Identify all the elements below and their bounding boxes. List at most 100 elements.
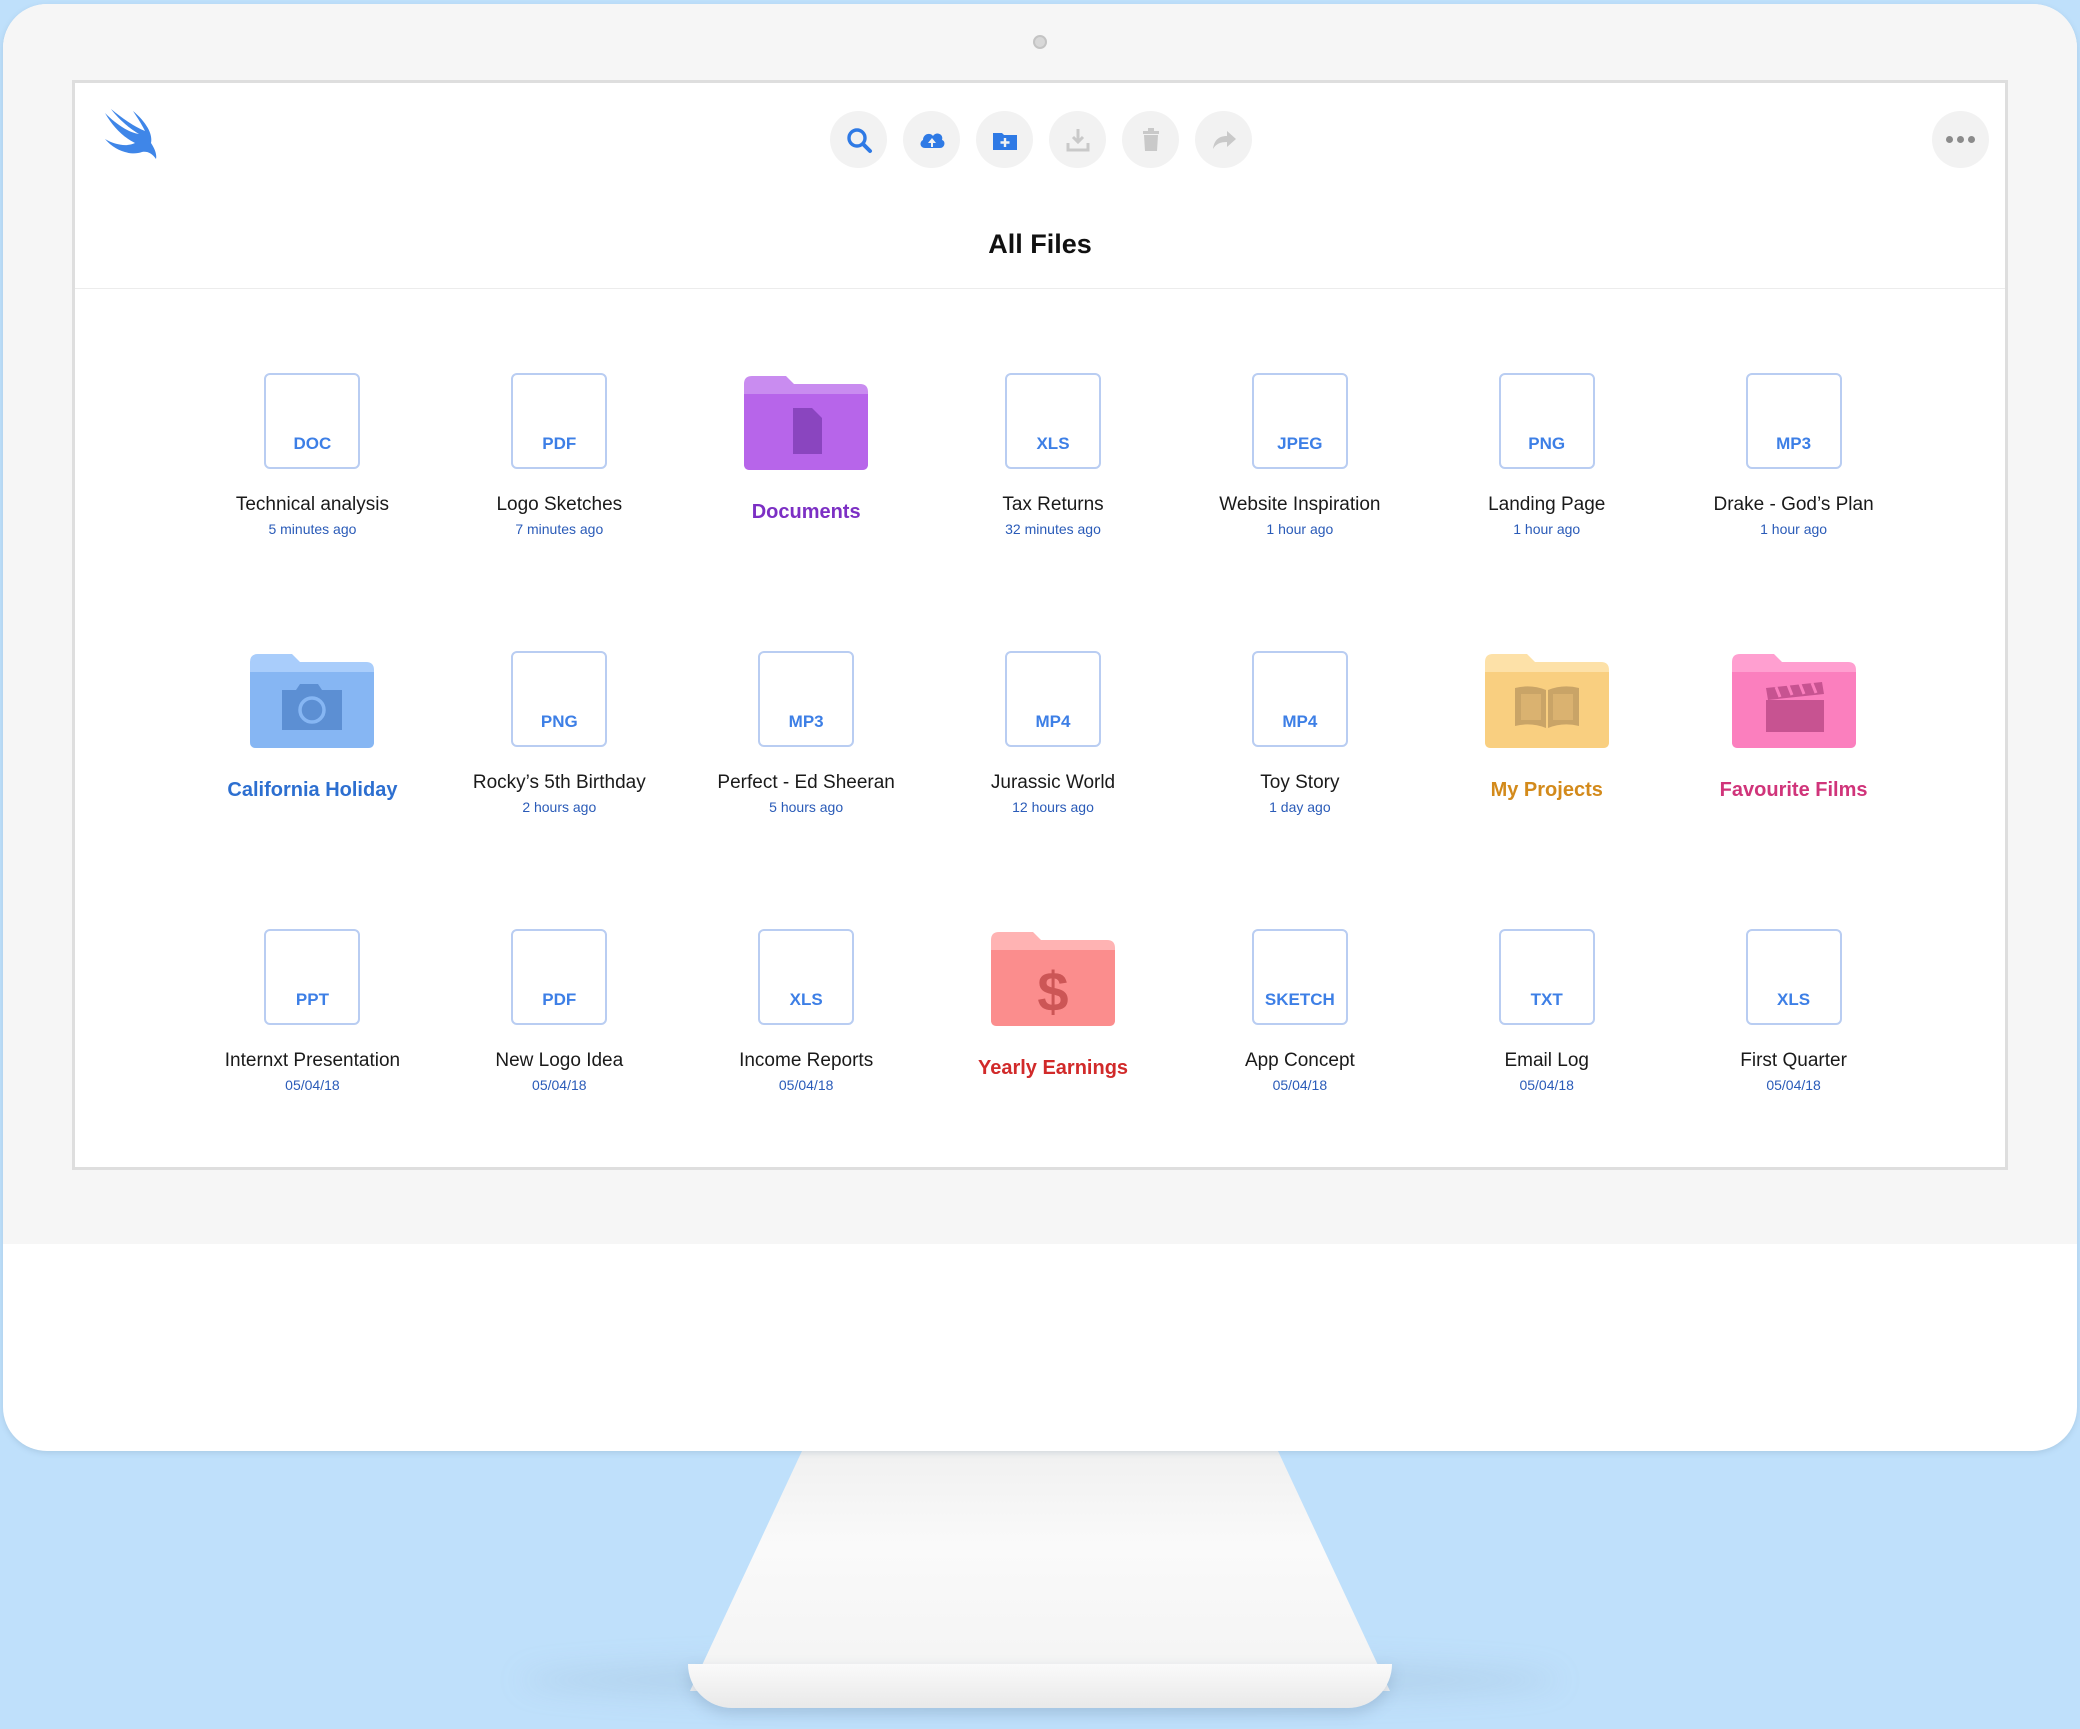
file-name: Perfect - Ed Sheeran [717, 772, 895, 793]
monitor-base [688, 1664, 1392, 1708]
folder-name: Yearly Earnings [977, 1057, 1129, 1079]
file-name: App Concept [1244, 1050, 1355, 1071]
file-type-label: MP4 [1282, 712, 1318, 731]
cloud-upload-icon [920, 132, 944, 148]
download-icon [1066, 128, 1089, 151]
file-name: Technical analysis [235, 494, 389, 515]
folder-name: My Projects [1490, 779, 1603, 801]
share-button[interactable] [1195, 111, 1252, 168]
file-name: Email Log [1504, 1050, 1589, 1071]
file-item[interactable]: MP4 Jurassic World 12 hours ago [930, 643, 1177, 921]
file-name: Website Inspiration [1219, 494, 1381, 515]
file-item[interactable]: PNG Rocky’s 5th Birthday 2 hours ago [436, 643, 683, 921]
file-item[interactable]: MP4 Toy Story 1 day ago [1176, 643, 1423, 921]
share-icon [1212, 130, 1236, 149]
app-window: All Files DOC Technical analysis 5 minut… [72, 80, 2008, 1170]
file-name: Drake - God’s Plan [1713, 494, 1874, 515]
file-type-label: XLS [1777, 990, 1811, 1009]
delete-button[interactable] [1122, 111, 1179, 168]
file-type-label: PDF [542, 434, 577, 453]
swift-logo-icon [105, 109, 157, 159]
file-item[interactable]: XLS Tax Returns 32 minutes ago [930, 365, 1177, 643]
file-grid: DOC Technical analysis 5 minutes ago PDF… [189, 365, 1917, 1199]
file-modified-time: 05/04/18 [1519, 1077, 1574, 1093]
file-item[interactable]: XLS First Quarter 05/04/18 [1670, 921, 1917, 1199]
file-modified-time: 05/04/18 [1272, 1077, 1328, 1093]
file-item[interactable]: PNG Landing Page 1 hour ago [1423, 365, 1670, 643]
file-type-label: MP3 [788, 712, 824, 731]
page-title: All Files [988, 229, 1092, 259]
file-name: First Quarter [1740, 1050, 1847, 1071]
file-type-label: TXT [1530, 990, 1563, 1009]
file-icon: PPT [264, 929, 361, 1025]
search-button[interactable] [830, 111, 887, 168]
folder-icon [1731, 654, 1856, 748]
more-button[interactable] [1932, 111, 1989, 168]
new-folder-icon [992, 132, 1017, 150]
file-icon: PNG [511, 651, 608, 747]
file-item[interactable]: PPT Internxt Presentation 05/04/18 [189, 921, 436, 1199]
download-button[interactable] [1049, 111, 1106, 168]
file-modified-time: 32 minutes ago [1005, 521, 1101, 537]
folder-icon [744, 376, 869, 470]
folder-icon [250, 654, 375, 748]
upload-button[interactable] [903, 111, 960, 168]
file-item[interactable]: SKETCH App Concept 05/04/18 [1176, 921, 1423, 1199]
folder-icon [1484, 654, 1609, 748]
file-icon: MP4 [1251, 651, 1348, 747]
file-type-label: JPEG [1277, 434, 1323, 453]
file-item[interactable]: TXT Email Log 05/04/18 [1423, 921, 1670, 1199]
divider [75, 288, 2005, 289]
svg-text:$: $ [1037, 960, 1068, 1023]
file-name: Landing Page [1488, 494, 1606, 515]
file-item[interactable]: PDF New Logo Idea 05/04/18 [436, 921, 683, 1199]
file-item[interactable]: PDF Logo Sketches 7 minutes ago [436, 365, 683, 643]
file-modified-time: 12 hours ago [1012, 799, 1094, 815]
toolbar [830, 111, 1252, 168]
file-name: Jurassic World [990, 772, 1116, 793]
folder-name: California Holiday [227, 779, 398, 801]
file-type-label: SKETCH [1264, 990, 1335, 1009]
file-modified-time: 05/04/18 [778, 1077, 834, 1093]
search-icon [846, 127, 872, 153]
file-icon: PDF [511, 929, 608, 1025]
file-icon: XLS [1005, 373, 1101, 469]
file-item[interactable]: XLS Income Reports 05/04/18 [683, 921, 930, 1199]
file-modified-time: 1 hour ago [1266, 521, 1334, 537]
file-modified-time: 05/04/18 [285, 1077, 340, 1093]
file-icon: SKETCH [1251, 929, 1348, 1025]
file-modified-time: 1 hour ago [1513, 521, 1581, 537]
file-item[interactable]: DOC Technical analysis 5 minutes ago [189, 365, 436, 643]
folder-item[interactable]: $ Yearly Earnings [930, 921, 1177, 1199]
file-modified-time: 05/04/18 [532, 1077, 587, 1093]
file-icon: XLS [1745, 929, 1842, 1025]
file-type-label: MP3 [1776, 434, 1812, 453]
file-icon: TXT [1498, 929, 1595, 1025]
file-modified-time: 2 hours ago [522, 799, 597, 815]
file-type-label: PNG [1528, 434, 1566, 453]
file-type-label: XLS [1036, 434, 1070, 453]
folder-name: Documents [751, 501, 861, 523]
more-icon-dot [1946, 136, 1953, 143]
folder-item[interactable]: Favourite Films [1670, 643, 1917, 921]
folder-icon: $ [991, 932, 1115, 1026]
camera [1033, 35, 1047, 49]
file-type-label: DOC [293, 434, 332, 453]
file-icon: PNG [1498, 373, 1595, 469]
file-modified-time: 1 day ago [1269, 799, 1331, 815]
folder-item[interactable]: My Projects [1423, 643, 1670, 921]
file-name: Income Reports [739, 1050, 874, 1071]
file-name: New Logo Idea [495, 1050, 624, 1071]
file-item[interactable]: MP3 Drake - God’s Plan 1 hour ago [1670, 365, 1917, 643]
file-type-label: XLS [789, 990, 823, 1009]
folder-item[interactable]: California Holiday [189, 643, 436, 921]
monitor-stand [690, 1451, 1390, 1691]
file-item[interactable]: MP3 Perfect - Ed Sheeran 5 hours ago [683, 643, 930, 921]
file-modified-time: 7 minutes ago [515, 521, 604, 537]
file-item[interactable]: JPEG Website Inspiration 1 hour ago [1176, 365, 1423, 643]
file-name: Rocky’s 5th Birthday [472, 772, 646, 793]
new-folder-button[interactable] [976, 111, 1033, 168]
folder-name: Favourite Films [1719, 779, 1868, 801]
file-icon: JPEG [1251, 373, 1348, 469]
folder-item[interactable]: Documents [683, 365, 930, 643]
